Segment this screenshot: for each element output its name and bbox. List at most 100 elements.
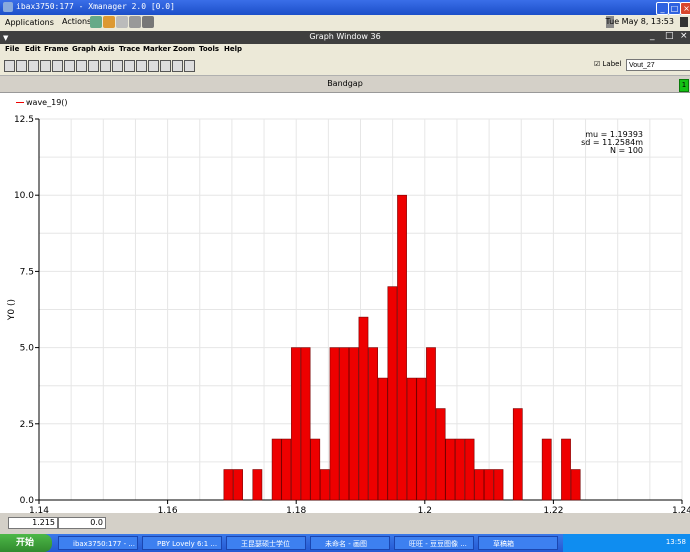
system-tray: 13:58 [563,534,690,552]
label-caption: Label [602,60,622,68]
terminal-icon[interactable] [129,16,141,28]
task-xmanager[interactable]: ibax3750:177 - ... [58,536,138,550]
close-icon[interactable]: × [680,2,690,15]
volume-icon[interactable] [680,17,688,27]
task-wangwang[interactable]: 旺旺 - 豆豆图像 ... [394,536,474,550]
x-tick-label: 1.18 [286,506,306,513]
print-icon[interactable] [4,60,15,72]
applications-menu[interactable]: Applications [2,16,57,29]
zoom-in-icon[interactable] [160,60,171,72]
histogram-bar [416,377,427,501]
menu-trace[interactable]: Trace [119,45,140,53]
marker-icon[interactable] [136,60,147,72]
y-tick-label: 10.0 [14,191,34,201]
editor-icon[interactable] [116,16,128,28]
cursor-y-field[interactable]: 0.0 [58,517,106,529]
histogram-bar [271,438,282,501]
legend[interactable]: wave_19() [16,98,68,107]
menu-marker[interactable]: Marker [143,45,171,53]
histogram-bar [406,377,417,501]
zoom-out-icon[interactable] [172,60,183,72]
menu-tools[interactable]: Tools [199,45,219,53]
inner-close-icon[interactable]: × [680,31,688,41]
menu-file[interactable]: File [5,45,19,53]
layout-icon[interactable] [40,60,51,72]
histogram-bar [512,408,523,501]
menu-zoom[interactable]: Zoom [173,45,195,53]
graph-window-title: Graph Window 36 [309,32,381,41]
histogram-bar [348,347,359,501]
histogram-chart: 1.14 1.16 1.18 1.2 1.22 1.24 0.0 2.5 5.0 7.5 10.0 1… [7,115,690,513]
desktop-panel: Applications Actions Tue May 8, 13:53 [0,15,690,32]
histogram-icon[interactable] [124,60,135,72]
start-button[interactable]: 开始 [0,534,52,552]
histogram-bar [426,347,436,501]
split-icon[interactable] [64,60,75,72]
toolbar: ☑ Label [0,57,690,76]
x-tick-label: 1.14 [29,506,49,513]
app-icon [3,2,13,12]
cursor-x-field[interactable]: 1.215 [8,517,58,529]
menu-frame[interactable]: Frame [44,45,69,53]
actions-menu[interactable]: Actions [62,17,91,26]
inner-minimize-icon[interactable]: _ [650,31,655,41]
histogram-bar [483,469,494,501]
inner-maximize-icon[interactable]: □ [665,31,674,41]
histogram-bar [387,286,398,501]
task-paint[interactable]: 未命名 - 画图 [310,536,390,550]
menu-help[interactable]: Help [224,45,242,53]
taskbar: 开始 ibax3750:177 - ... PBY Lovely 6:1 ...… [0,534,690,552]
paste-icon[interactable] [100,60,111,72]
histogram-bar [310,438,321,501]
histogram-bar [368,347,378,501]
coordinate-bar: 1.215 0.0 [0,514,690,534]
y-tick-label: 5.0 [20,344,35,354]
graph-window-title-bar: ▼ Graph Window 36 _ □ × [0,31,690,44]
histogram-bar [291,347,301,501]
histogram-bar [339,347,350,501]
panel-clock: Tue May 8, 13:53 [605,17,674,26]
legend-swatch [16,102,24,103]
subwindow-indicator[interactable]: 1 [679,79,689,92]
histogram-bar [464,438,475,501]
histogram-bar [493,469,504,501]
delta-icon[interactable] [148,60,159,72]
histogram-bar [445,438,456,501]
task-pby[interactable]: PBY Lovely 6:1 ... [142,536,222,550]
x-tick-label: 1.2 [418,506,432,513]
histogram-bar [541,438,552,501]
label-checkbox[interactable]: ☑ Label [594,60,621,68]
histogram-bar [358,316,369,501]
strip-icon[interactable] [52,60,63,72]
histogram-bar [435,408,446,501]
fit-icon[interactable] [184,60,195,72]
menu-edit[interactable]: Edit [25,45,41,53]
stats-n: N = 100 [609,146,643,155]
tool-icon[interactable] [142,16,154,28]
window-title-bar: ibax3750:177 - Xmanager 2.0 [0.0] _ □ × [0,0,690,15]
taskbar-clock: 13:58 [665,538,686,546]
task-thesis[interactable]: 王昆瑟硕士学位 [226,536,306,550]
grid-icon[interactable] [28,60,39,72]
trace-icon[interactable] [112,60,123,72]
histogram-bar [397,194,407,501]
applications-label: Applications [5,18,54,27]
histogram-bar [570,469,581,501]
histogram-bar [377,377,388,501]
x-tick-label: 1.24 [672,506,690,513]
histogram-bar [320,469,330,501]
copy-icon[interactable] [88,60,99,72]
task-drafts[interactable]: 草稿箱 [478,536,558,550]
label-input[interactable] [626,59,690,71]
histogram-bar [300,347,311,501]
histogram-bar [252,469,263,501]
undo-icon[interactable] [16,60,27,72]
overlay-icon[interactable] [76,60,87,72]
browser-icon[interactable] [103,16,115,28]
stats-box: mu = 1.19393 sd = 11.2584m N = 100 [560,131,643,155]
launcher-icon[interactable] [90,16,102,28]
y-tick-label: 0.0 [20,496,35,506]
menu-axis[interactable]: Axis [98,45,115,53]
histogram-bar [329,347,340,501]
menu-graph[interactable]: Graph [72,45,96,53]
